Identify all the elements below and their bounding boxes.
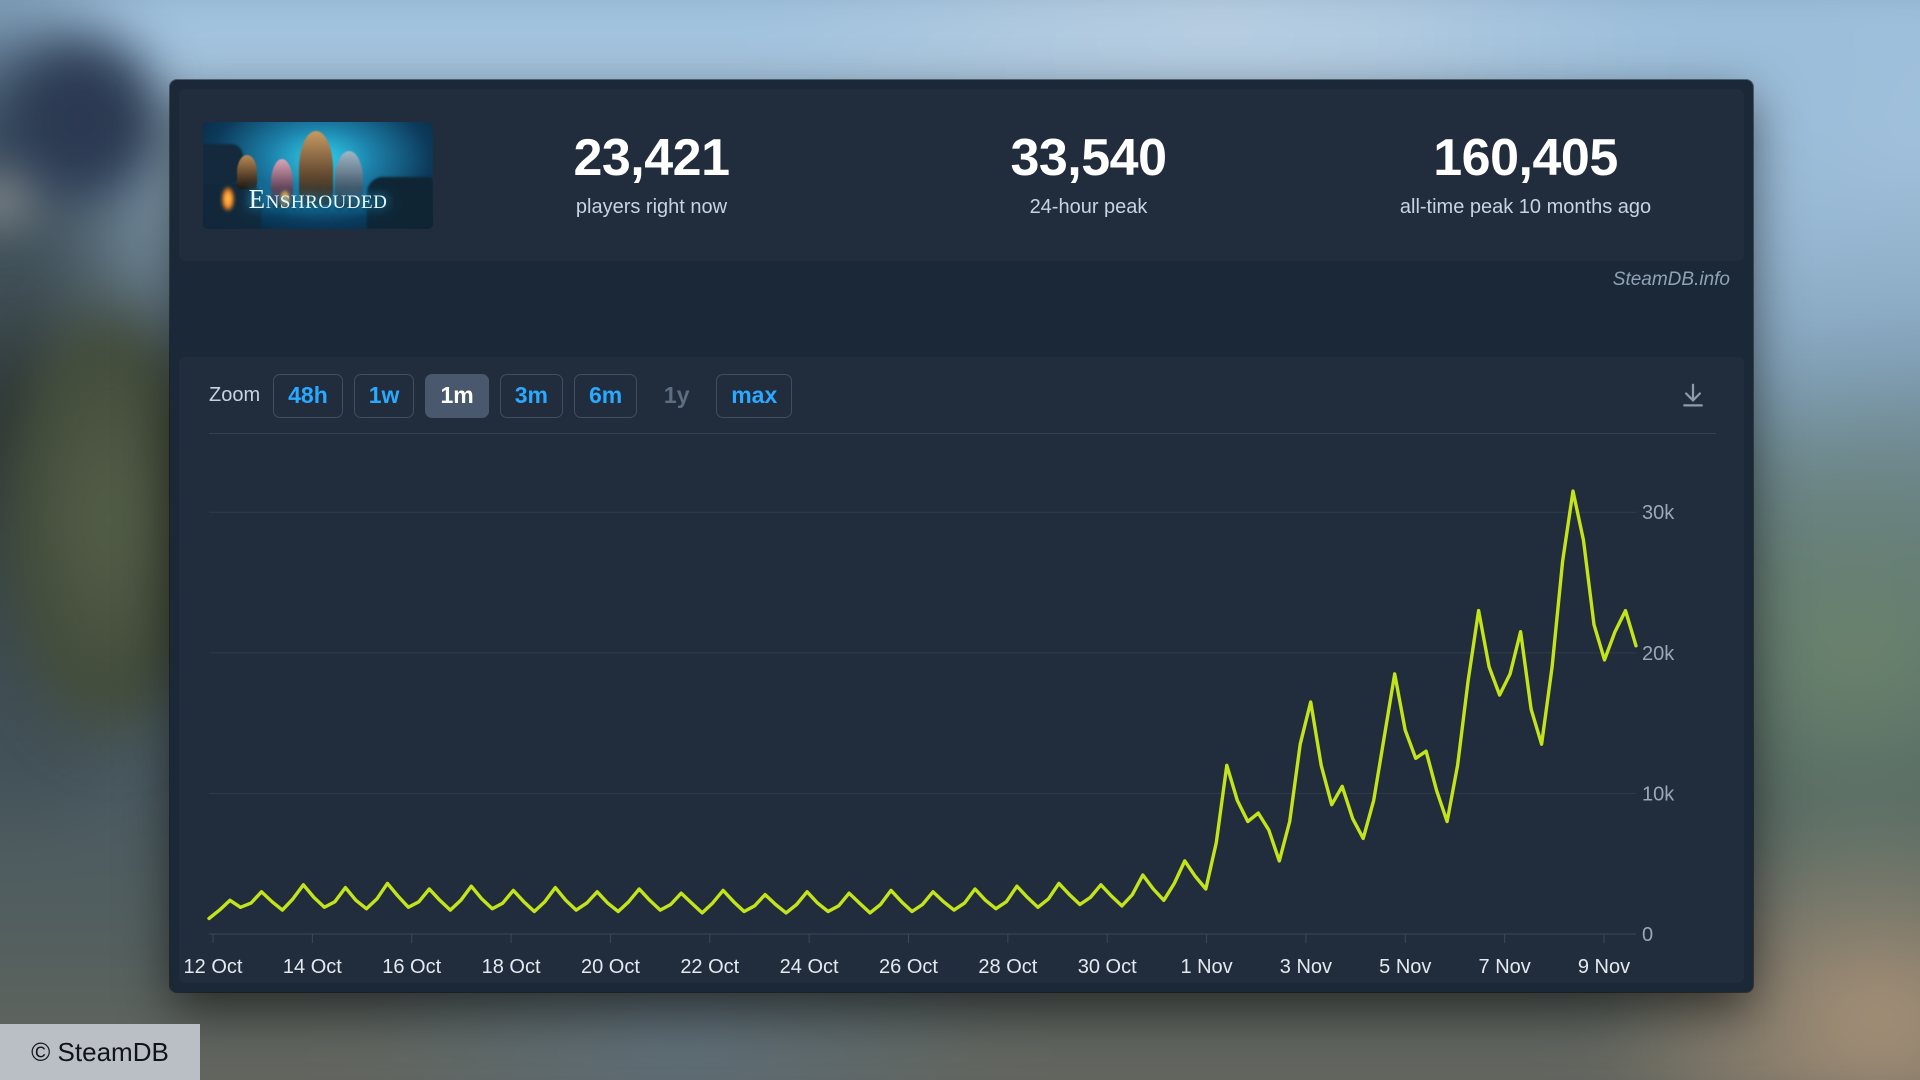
svg-text:18 Oct: 18 Oct [482,956,541,978]
svg-text:28 Oct: 28 Oct [978,956,1037,978]
game-title-art: Enshrouded [248,183,388,214]
svg-text:3 Nov: 3 Nov [1280,956,1332,978]
steamdb-copyright-badge: © SteamDB [0,1024,200,1080]
range-button-1w[interactable]: 1w [353,373,415,418]
download-icon[interactable] [1670,373,1716,419]
stats-bar: Enshrouded 23,421 players right now 33,5… [179,89,1744,290]
stat-value: 23,421 [573,129,730,188]
svg-text:7 Nov: 7 Nov [1479,956,1531,978]
svg-text:12 Oct: 12 Oct [184,956,243,978]
svg-text:30k: 30k [1642,502,1675,524]
zoom-label: Zoom [209,384,261,406]
svg-text:20 Oct: 20 Oct [581,956,640,978]
svg-text:20k: 20k [1642,643,1675,665]
svg-text:9 Nov: 9 Nov [1578,956,1630,978]
plot-area[interactable]: 0 10k 20k 30k 12 Oct 14 Oct 16 Oct 18 Oct 20 Oct… [179,434,1744,992]
stat-label: players right now [575,195,728,218]
chart-panel: Zoom 48h 1w 1m 3m 6m 1y max 0 10k 20k 30k 12… [179,357,1744,983]
range-button-48h[interactable]: 48h [273,373,343,418]
svg-text:30 Oct: 30 Oct [1078,956,1137,978]
steamdb-watermark: SteamDB.info [1612,269,1730,290]
svg-text:1 Nov: 1 Nov [1180,956,1232,978]
range-button-max[interactable]: max [716,373,793,418]
range-button-1y: 1y [663,382,690,408]
range-button-6m[interactable]: 6m [573,373,638,418]
stat-players-now: 23,421 players right now [433,131,870,218]
steamdb-chart-card: Enshrouded 23,421 players right now 33,5… [170,80,1753,992]
svg-text:0: 0 [1642,924,1653,946]
svg-text:14 Oct: 14 Oct [283,956,342,978]
stat-24h-peak: 33,540 24-hour peak [870,131,1307,218]
svg-text:10k: 10k [1642,783,1675,805]
stat-alltime-peak: 160,405 all-time peak 10 months ago [1307,131,1744,218]
svg-text:22 Oct: 22 Oct [680,956,739,978]
svg-text:26 Oct: 26 Oct [879,956,938,978]
game-capsule-icon[interactable]: Enshrouded [203,121,433,229]
stat-label: 24-hour peak [1029,195,1148,218]
svg-text:24 Oct: 24 Oct [780,956,839,978]
range-button-3m[interactable]: 3m [499,373,563,418]
svg-text:16 Oct: 16 Oct [382,956,441,978]
players-line-chart[interactable]: 0 10k 20k 30k 12 Oct 14 Oct 16 Oct 18 Oct 20 Oct… [179,434,1744,992]
range-button-1m[interactable]: 1m [425,373,489,418]
range-selector-toolbar: Zoom 48h 1w 1m 3m 6m 1y max [179,357,1744,434]
svg-text:5 Nov: 5 Nov [1379,956,1431,978]
stat-value: 33,540 [1010,129,1167,188]
stat-label: all-time peak 10 months ago [1399,195,1652,218]
stat-value: 160,405 [1433,129,1618,188]
